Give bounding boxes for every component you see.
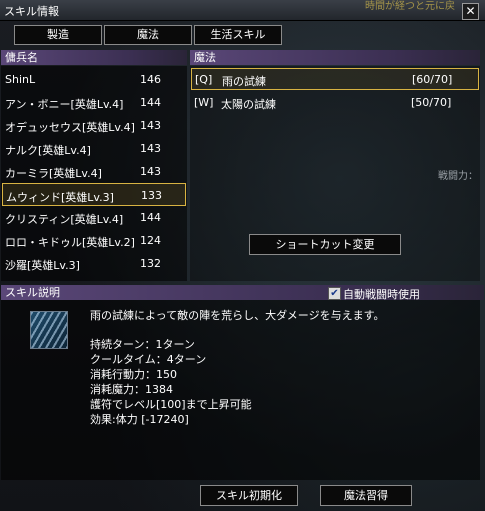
mercenary-list: ShinL 146 アン・ボニー[英雄Lv.4] 144 オデュッセウス[英雄Lv.… [1, 66, 187, 281]
mercenary-name: アン・ボニー[英雄Lv.4] [5, 98, 124, 111]
magic-key: [W] [194, 96, 214, 109]
mercenary-row[interactable]: クリスティン[英雄Lv.4] 144 [2, 206, 186, 229]
mercenary-header: 傭兵名 [1, 50, 187, 65]
mercenary-name: ロロ・キドゥル[英雄Lv.2] [5, 236, 135, 249]
mercenary-name: オデュッセウス[英雄Lv.4] [5, 121, 135, 134]
stat-effect: 効果:体力 [-17240] [90, 413, 189, 426]
rain-skill-icon [30, 311, 68, 349]
stat-talisman: 護符でレベル[100]まで上昇可能 [90, 398, 252, 411]
mercenary-level: 146 [140, 73, 161, 86]
mercenary-name: ムウィンド[英雄Lv.3] [6, 191, 114, 204]
magic-name: 太陽の試練 [221, 98, 276, 111]
shortcut-change-button[interactable]: ショートカット変更 [249, 234, 401, 255]
close-icon: ✕ [465, 4, 476, 18]
mercenary-level: 124 [140, 234, 161, 247]
tab-manufacture[interactable]: 製造 [14, 25, 102, 45]
mercenary-level: 143 [140, 119, 161, 132]
skill-description: 雨の試練によって敵の陣を荒らし、大ダメージを与えます。 [90, 309, 385, 322]
mercenary-name: 沙羅[英雄Lv.3] [5, 259, 80, 272]
mercenary-level: 143 [140, 142, 161, 155]
mercenary-row[interactable]: オデュッセウス[英雄Lv.4] 143 [2, 114, 186, 137]
skill-reset-button[interactable]: スキル初期化 [200, 485, 298, 506]
mercenary-level: 144 [140, 96, 161, 109]
tab-magic[interactable]: 魔法 [104, 25, 192, 45]
mercenary-level: 133 [141, 189, 162, 202]
mercenary-level: 143 [140, 165, 161, 178]
learn-magic-button[interactable]: 魔法習得 [320, 485, 412, 506]
stat-cooldown: クールタイム：4ターン [90, 353, 207, 366]
mercenary-name: ナルク[英雄Lv.4] [5, 144, 91, 157]
mercenary-row-selected[interactable]: ムウィンド[英雄Lv.3] 133 [2, 183, 186, 206]
magic-row-selected[interactable]: [Q] 雨の試練 [60/70] [191, 68, 479, 90]
skill-description-panel [1, 300, 480, 480]
magic-name: 雨の試練 [222, 75, 266, 88]
mercenary-row[interactable]: 沙羅[英雄Lv.3] 132 [2, 252, 186, 275]
mercenary-name: クリスティン[英雄Lv.4] [5, 213, 124, 226]
stat-action-cost: 消耗行動力：150 [90, 368, 177, 381]
checkmark-icon[interactable]: ✔ [328, 287, 341, 300]
window-title: スキル情報 [4, 5, 59, 18]
magic-row[interactable]: [W] 太陽の試練 [50/70] [191, 92, 479, 114]
mercenary-row[interactable]: ナルク[英雄Lv.4] 143 [2, 137, 186, 160]
mercenary-row[interactable]: ShinL 146 [2, 68, 186, 91]
tab-life-skill[interactable]: 生活スキル [194, 25, 282, 45]
mercenary-row[interactable]: ロロ・キドゥル[英雄Lv.2] 124 [2, 229, 186, 252]
mercenary-level: 144 [140, 211, 161, 224]
magic-count: [50/70] [411, 96, 452, 109]
combat-power-label: 戦闘力： [438, 171, 478, 182]
mercenary-name: ShinL [5, 73, 36, 86]
magic-header: 魔法 [190, 50, 480, 65]
magic-key: [Q] [195, 73, 213, 86]
stat-mana-cost: 消耗魔力：1384 [90, 383, 173, 396]
mercenary-name: カーミラ[英雄Lv.4] [5, 167, 102, 180]
close-button[interactable]: ✕ [462, 3, 479, 20]
stat-duration: 持続ターン：1ターン [90, 338, 195, 351]
mercenary-row[interactable]: アン・ボニー[英雄Lv.4] 144 [2, 91, 186, 114]
mercenary-level: 132 [140, 257, 161, 270]
magic-count: [60/70] [412, 73, 453, 86]
overlay-notice: 時間が経つと元に戻 [365, 1, 455, 12]
title-bar: スキル情報 時間が経つと元に戻 ✕ [0, 0, 485, 21]
mercenary-row[interactable]: カーミラ[英雄Lv.4] 143 [2, 160, 186, 183]
